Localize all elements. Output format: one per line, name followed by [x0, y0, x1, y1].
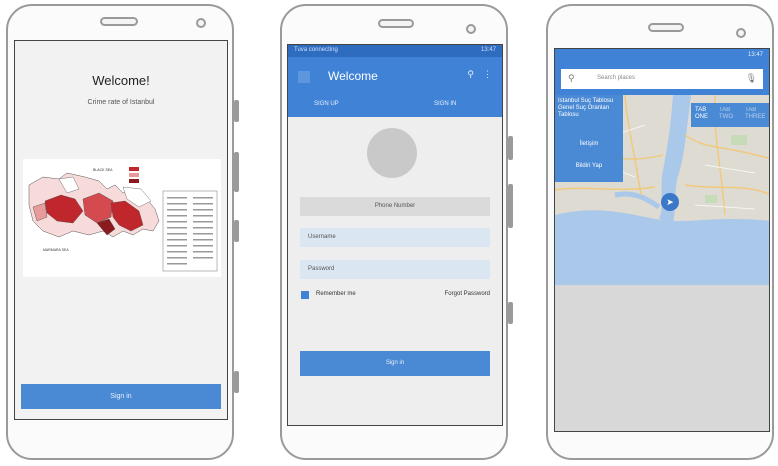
menu-item-contact[interactable]: İletişim: [555, 141, 623, 147]
app-bar: Welcome ⚲ ⋮ SIGN UP SIGN IN: [288, 57, 502, 117]
phone-screen: Tuva connecting 13:47 Welcome ⚲ ⋮ SIGN U…: [287, 44, 503, 426]
tab-one[interactable]: TAB ONE: [695, 107, 715, 121]
navigation-arrow-icon[interactable]: ➤: [661, 193, 679, 211]
phone-side-key: [234, 371, 239, 393]
status-time: 13:47: [480, 47, 496, 53]
sign-in-button[interactable]: Sign in: [300, 351, 490, 376]
bottom-panel: [555, 285, 769, 431]
phone-speaker: [100, 17, 138, 26]
menu-icon[interactable]: [298, 71, 310, 83]
sign-in-button[interactable]: Sign in: [21, 384, 221, 409]
map-label-south: MARMARA SEA: [43, 248, 69, 252]
tab-two[interactable]: TAB TWO: [719, 107, 741, 121]
phone-side-key: [508, 302, 513, 324]
status-carrier: Tuva connecting: [294, 47, 338, 53]
phone-side-key: [234, 152, 239, 192]
search-icon[interactable]: ⚲: [467, 69, 474, 80]
phone-side-key: [234, 100, 239, 122]
phone-camera: [196, 18, 206, 28]
phone-camera: [466, 24, 476, 34]
tab-bar: TAB ONE TAB TWO TAB THREE: [691, 103, 769, 127]
phone-camera: [736, 28, 746, 38]
remember-me-label: Remember me: [316, 291, 356, 297]
phone-welcome: Welcome! Crime rate of Istanbul BLACK SE…: [6, 4, 239, 460]
search-icon[interactable]: ⚲: [568, 73, 575, 84]
phone-side-key: [508, 136, 513, 160]
side-menu: Istanbul Suç Tablosu Genel Suç Oranları …: [555, 95, 623, 182]
status-bar: 13:47: [555, 49, 769, 63]
istanbul-map-graphic: BLACK SEA MARMARA SEA: [28, 167, 218, 272]
avatar[interactable]: [367, 128, 417, 178]
phone-side-key: [234, 220, 239, 242]
username-field[interactable]: Username: [300, 228, 490, 247]
menu-item-crime-table[interactable]: Istanbul Suç Tablosu Genel Suç Oranları …: [558, 98, 622, 119]
forgot-password-link[interactable]: Forgot Password: [445, 291, 490, 297]
phone-number-field[interactable]: Phone Number: [300, 197, 490, 216]
phone-screen: 13:47 ⚲ Search places 🎙 Istanbul Suç Tab…: [554, 48, 770, 432]
search-input[interactable]: Search places: [597, 75, 635, 81]
remember-me-checkbox[interactable]: [301, 291, 309, 299]
crime-map: BLACK SEA MARMARA SEA: [23, 159, 221, 277]
menu-item-report[interactable]: Bildiri Yap: [555, 163, 623, 169]
phone-speaker: [648, 23, 684, 32]
tab-sign-in[interactable]: SIGN IN: [434, 101, 456, 107]
tab-three[interactable]: TAB THREE: [745, 107, 769, 121]
map-label-north: BLACK SEA: [93, 168, 113, 172]
search-box[interactable]: ⚲ Search places 🎙: [561, 69, 763, 89]
phone-sign-in: Tuva connecting 13:47 Welcome ⚲ ⋮ SIGN U…: [280, 4, 513, 460]
phone-map: 13:47 ⚲ Search places 🎙 Istanbul Suç Tab…: [546, 4, 774, 460]
more-options-icon[interactable]: ⋮: [483, 69, 492, 80]
page-subtitle: Crime rate of Istanbul: [87, 99, 155, 106]
app-title: Welcome: [328, 69, 378, 83]
phone-speaker: [378, 19, 414, 28]
mockup-stage: Welcome! Crime rate of Istanbul BLACK SE…: [0, 0, 778, 466]
search-bar: ⚲ Search places 🎙: [555, 63, 769, 95]
status-time: 13:47: [747, 52, 763, 58]
status-bar: Tuva connecting 13:47: [288, 45, 502, 57]
phone-side-key: [508, 184, 513, 228]
microphone-icon[interactable]: 🎙: [746, 73, 757, 84]
phone-screen: Welcome! Crime rate of Istanbul BLACK SE…: [14, 40, 228, 420]
tab-sign-up[interactable]: SIGN UP: [314, 101, 339, 107]
password-field[interactable]: Password: [300, 260, 490, 279]
page-title: Welcome!: [92, 73, 150, 88]
